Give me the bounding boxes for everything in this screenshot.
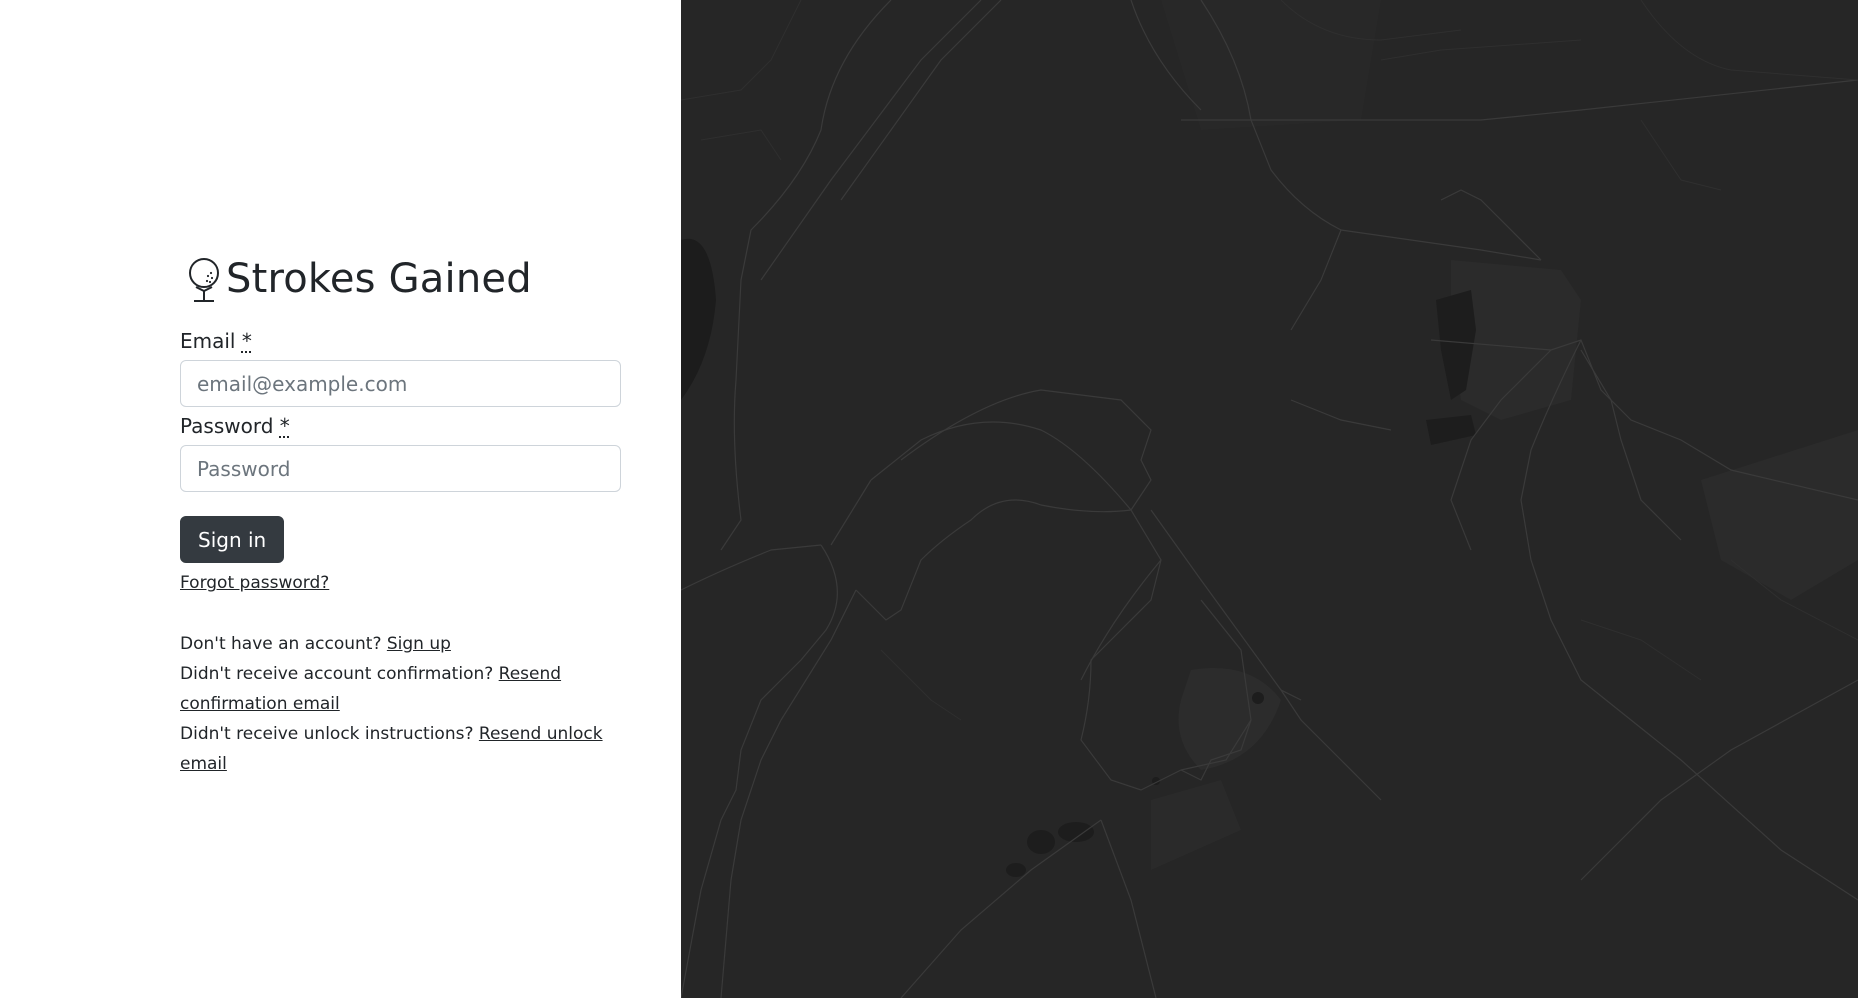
sign-in-form: Strokes Gained Email * Password * Sign i… — [180, 252, 621, 779]
sign-in-panel: Strokes Gained Email * Password * Sign i… — [0, 0, 681, 998]
email-label-text: Email — [180, 329, 236, 353]
password-label: Password * — [180, 413, 621, 439]
unlock-line: Didn't receive unlock instructions? Rese… — [180, 719, 621, 779]
required-marker: * — [241, 329, 252, 353]
password-input[interactable] — [180, 445, 621, 492]
email-field-group: Email * — [180, 328, 621, 407]
email-label: Email * — [180, 328, 621, 354]
password-label-text: Password — [180, 414, 274, 438]
brand-title: Strokes Gained — [226, 256, 532, 302]
golf-course-map — [681, 0, 1858, 998]
map-background-image — [681, 0, 1858, 998]
signup-prompt: Don't have an account? — [180, 634, 382, 654]
sign-up-link[interactable]: Sign up — [387, 634, 451, 654]
golf-ball-on-tee-icon — [184, 254, 224, 304]
password-field-group: Password * — [180, 413, 621, 492]
sign-in-button[interactable]: Sign in — [180, 516, 285, 563]
brand-header: Strokes Gained — [180, 252, 621, 306]
confirmation-line: Didn't receive account confirmation? Res… — [180, 659, 621, 719]
unlock-prompt: Didn't receive unlock instructions? — [180, 724, 474, 744]
required-marker: * — [279, 414, 290, 438]
account-links: Don't have an account? Sign up Didn't re… — [180, 629, 621, 779]
signup-line: Don't have an account? Sign up — [180, 629, 621, 659]
sign-in-page: Strokes Gained Email * Password * Sign i… — [0, 0, 1858, 998]
confirmation-prompt: Didn't receive account confirmation? — [180, 664, 494, 684]
forgot-password-link[interactable]: Forgot password? — [180, 571, 329, 595]
email-input[interactable] — [180, 360, 621, 407]
